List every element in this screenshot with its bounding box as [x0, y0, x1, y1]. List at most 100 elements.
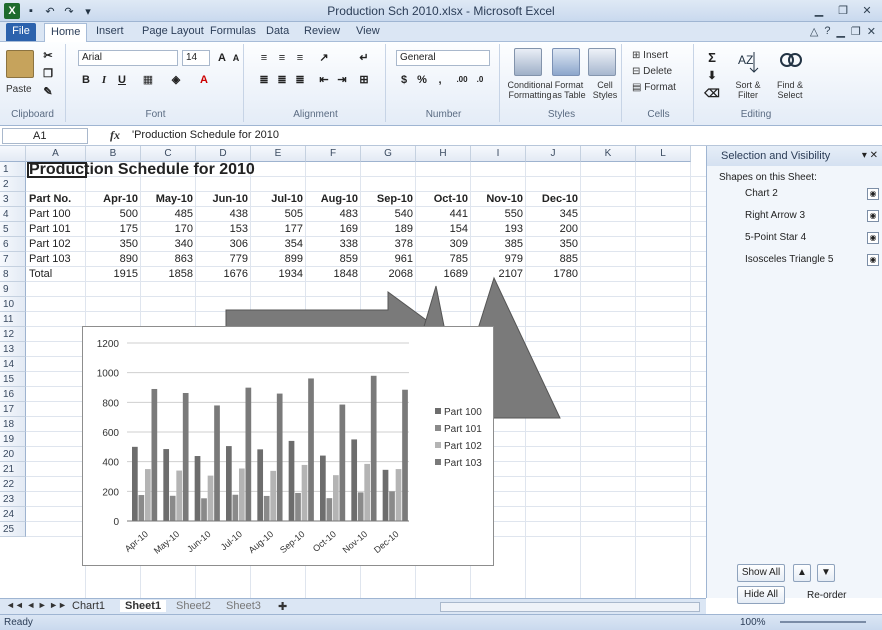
- align-center-icon[interactable]: ≣: [274, 72, 290, 88]
- increase-decimal-icon[interactable]: .00: [454, 72, 470, 88]
- horizontal-scrollbar[interactable]: [440, 602, 700, 612]
- move-up-icon[interactable]: ▲: [793, 564, 811, 582]
- increase-indent-icon[interactable]: ⇥: [334, 72, 350, 88]
- cell-styles-icon[interactable]: [588, 48, 616, 76]
- decrease-indent-icon[interactable]: ⇤: [316, 72, 332, 88]
- orientation-icon[interactable]: ↗: [316, 50, 332, 66]
- tab-page-layout[interactable]: Page Layout: [142, 25, 204, 37]
- move-down-icon[interactable]: ▼: [817, 564, 835, 582]
- format-painter-icon[interactable]: ✎: [40, 84, 56, 100]
- sort-filter-icon[interactable]: AZ: [736, 48, 760, 76]
- conditional-formatting-icon[interactable]: [514, 48, 542, 76]
- workbook-close-icon[interactable]: ✕: [867, 25, 876, 38]
- wrap-text-icon[interactable]: ↵: [356, 50, 372, 66]
- sheet-tab-sheet2[interactable]: Sheet2: [176, 600, 211, 612]
- visibility-eye-icon[interactable]: ◉: [867, 232, 879, 244]
- bar: [270, 470, 277, 521]
- align-left-icon[interactable]: ≣: [256, 72, 272, 88]
- zoom-slider[interactable]: [780, 621, 866, 623]
- sheet-tab-sheet1[interactable]: Sheet1: [120, 600, 167, 612]
- format-as-table-button[interactable]: Format as Table: [552, 80, 586, 100]
- sort-filter-button[interactable]: Sort & Filter: [726, 80, 770, 100]
- middle-align-icon[interactable]: ≡: [274, 50, 290, 66]
- find-select-icon[interactable]: [778, 48, 802, 76]
- top-align-icon[interactable]: ≡: [256, 50, 272, 66]
- shape-item-right-arrow[interactable]: Right Arrow 3: [745, 210, 805, 221]
- visibility-eye-icon[interactable]: ◉: [867, 210, 879, 222]
- status-ready: Ready: [4, 617, 33, 628]
- font-size-select[interactable]: 14: [182, 50, 210, 66]
- autosum-button[interactable]: Σ: [704, 50, 720, 66]
- visibility-eye-icon[interactable]: ◉: [867, 254, 879, 266]
- sheet-nav-icon[interactable]: ◄◄ ◄ ► ►►: [6, 600, 67, 610]
- tab-data[interactable]: Data: [266, 25, 289, 37]
- visibility-eye-icon[interactable]: ◉: [867, 188, 879, 200]
- borders-icon[interactable]: ▦: [140, 72, 156, 88]
- currency-button[interactable]: $: [396, 72, 412, 88]
- shape-item-triangle[interactable]: Isosceles Triangle 5: [745, 254, 833, 265]
- shape-item-chart[interactable]: Chart 2: [745, 188, 778, 199]
- number-format-select[interactable]: General: [396, 50, 490, 66]
- worksheet-grid[interactable]: ABCDEFGHIJKL 1 2 3 4 5 6 7 8 9 10 11 12 13 14 15 16 17 18…: [0, 146, 706, 598]
- insert-function-icon[interactable]: fx: [110, 128, 120, 143]
- tab-file[interactable]: File: [6, 23, 36, 41]
- insert-cells-button[interactable]: ⊞ Insert: [632, 50, 668, 61]
- workbook-restore-icon[interactable]: ❐: [851, 25, 861, 38]
- hide-all-button[interactable]: Hide All: [737, 586, 785, 604]
- restore-button[interactable]: ❐: [832, 2, 854, 19]
- cell-styles-button[interactable]: Cell Styles: [590, 80, 620, 100]
- merge-center-icon[interactable]: ⊞: [356, 72, 372, 88]
- tab-view[interactable]: View: [356, 25, 380, 37]
- legend-entry: Part 102: [444, 441, 482, 452]
- bottom-align-icon[interactable]: ≡: [292, 50, 308, 66]
- show-all-button[interactable]: Show All: [737, 564, 785, 582]
- shrink-font-icon[interactable]: A: [228, 50, 244, 66]
- conditional-formatting-button[interactable]: Conditional Formatting: [504, 80, 556, 100]
- decrease-decimal-icon[interactable]: .0: [472, 72, 488, 88]
- name-box[interactable]: A1: [2, 128, 88, 144]
- zoom-level[interactable]: 100%: [740, 617, 766, 628]
- copy-icon[interactable]: ❐: [40, 66, 56, 82]
- find-select-button[interactable]: Find & Select: [770, 80, 810, 100]
- help-icon[interactable]: ?: [824, 25, 830, 38]
- insert-sheet-icon[interactable]: ✚: [278, 600, 287, 613]
- italic-button[interactable]: I: [96, 72, 112, 88]
- shape-item-star[interactable]: 5-Point Star 4: [745, 232, 806, 243]
- fill-icon[interactable]: ⬇: [704, 68, 720, 84]
- underline-button[interactable]: U: [114, 72, 130, 88]
- minimize-button[interactable]: ▁: [808, 2, 830, 19]
- tab-formulas[interactable]: Formulas: [210, 25, 256, 37]
- x-tick-label: May-10: [152, 529, 181, 556]
- sheet-tab-sheet3[interactable]: Sheet3: [226, 600, 261, 612]
- close-button[interactable]: ✕: [856, 2, 878, 19]
- ribbon: Paste ✂ ❐ ✎ Clipboard Arial 14 A A B I U…: [0, 42, 882, 126]
- cut-icon[interactable]: ✂: [40, 48, 56, 64]
- pane-close-icon[interactable]: ▾ ✕: [862, 150, 878, 161]
- sheet-tab-chart1[interactable]: Chart1: [72, 600, 105, 612]
- percent-button[interactable]: %: [414, 72, 430, 88]
- tab-home[interactable]: Home: [44, 23, 88, 43]
- font-color-icon[interactable]: A: [196, 72, 212, 88]
- y-tick-label: 0: [113, 517, 119, 528]
- format-as-table-icon[interactable]: [552, 48, 580, 76]
- bar: [232, 494, 239, 521]
- formula-input[interactable]: 'Production Schedule for 2010: [132, 128, 876, 144]
- alignment-group: ≡ ≡ ≡ ↗ ↵ ≣ ≣ ≣ ⇤ ⇥ ⊞ Alignment: [246, 44, 386, 122]
- ribbon-minimize-icon[interactable]: △: [810, 25, 818, 38]
- format-cells-button[interactable]: ▤ Format: [632, 82, 676, 93]
- embedded-chart[interactable]: 0 200 400 600 800 1000 1200 Apr-10 May-10 Jun-10 J…: [82, 326, 494, 566]
- delete-cells-button[interactable]: ⊟ Delete: [632, 66, 672, 77]
- fill-color-icon[interactable]: ◈: [168, 72, 184, 88]
- tab-review[interactable]: Review: [304, 25, 340, 37]
- tab-insert[interactable]: Insert: [96, 25, 124, 37]
- bar: [357, 492, 364, 521]
- paste-icon[interactable]: [6, 50, 34, 78]
- paste-button[interactable]: Paste: [6, 84, 32, 95]
- bar: [239, 468, 245, 521]
- font-name-select[interactable]: Arial: [78, 50, 178, 66]
- bold-button[interactable]: B: [78, 72, 94, 88]
- align-right-icon[interactable]: ≣: [292, 72, 308, 88]
- clear-icon[interactable]: ⌫: [704, 86, 720, 102]
- comma-button[interactable]: ,: [432, 72, 448, 88]
- workbook-minimize-icon[interactable]: ▁: [836, 25, 844, 38]
